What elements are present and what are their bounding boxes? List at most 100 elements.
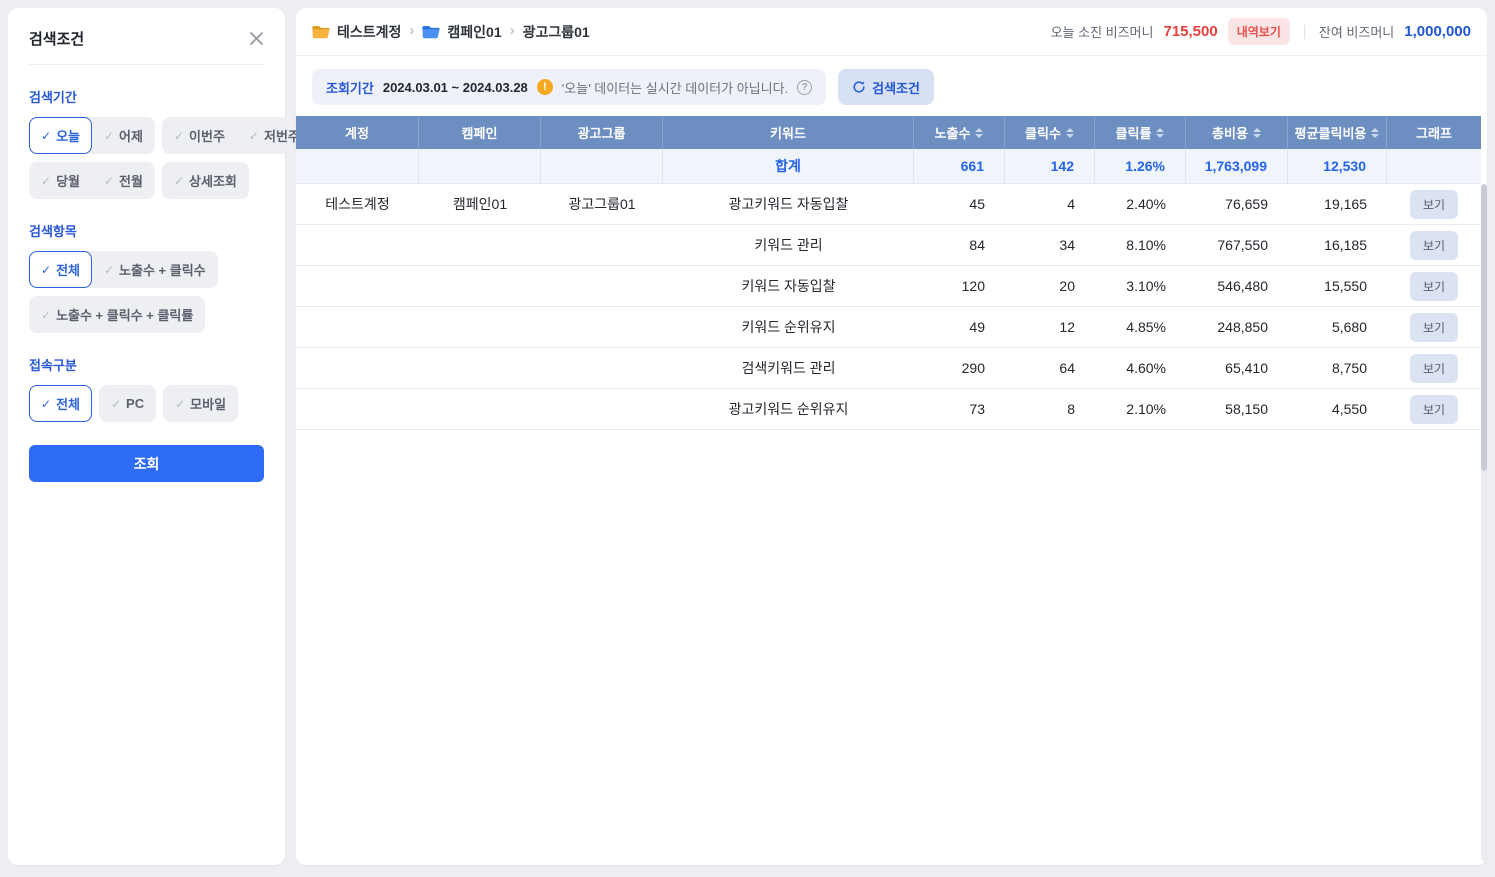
vertical-scrollbar-track[interactable] xyxy=(1481,184,1487,861)
chip-row: ✓전체 ✓노출수 + 클릭수 xyxy=(29,251,264,288)
campaign-cell xyxy=(419,389,541,429)
table-header-row: 계정 캠페인 광고그룹 키워드 노출수 클릭수 클릭률 총비용 평균클릭비용 그… xyxy=(296,116,1481,149)
view-graph-button[interactable]: 보기 xyxy=(1410,313,1458,342)
col-label: 캠페인 xyxy=(462,123,498,142)
table-row: 광고키워드 순위유지 73 8 2.10% 58,150 4,550 보기 xyxy=(296,389,1481,430)
breadcrumb-adgroup[interactable]: 광고그룹01 xyxy=(523,22,590,42)
col-label: 총비용 xyxy=(1212,123,1248,142)
table-row: 테스트계정 캠페인01 광고그룹01 광고키워드 자동입찰 45 4 2.40%… xyxy=(296,184,1481,225)
chip-group: ✓전체 xyxy=(29,385,92,422)
search-submit-button[interactable]: 조회 xyxy=(29,445,264,482)
chip-group: ✓모바일 xyxy=(163,385,238,422)
view-graph-button[interactable]: 보기 xyxy=(1410,395,1458,424)
col-header-avg-cpc[interactable]: 평균클릭비용 xyxy=(1288,116,1387,149)
chip-group: ✓ PC xyxy=(99,385,156,422)
avg-cpc-cell: 16,185 xyxy=(1288,225,1387,265)
chip-label: 전체 xyxy=(56,260,80,279)
section-label-device-type: 접속구분 xyxy=(29,355,264,374)
chip-label: 상세조회 xyxy=(189,171,237,190)
summary-adgroup-cell xyxy=(541,149,663,183)
col-header-total-cost[interactable]: 총비용 xyxy=(1186,116,1288,149)
chip-this-week[interactable]: ✓이번주 xyxy=(162,117,237,154)
summary-impressions: 661 xyxy=(914,149,1005,183)
table-row: 키워드 자동입찰 120 20 3.10% 546,480 15,550 보기 xyxy=(296,266,1481,307)
chip-device-mobile[interactable]: ✓모바일 xyxy=(163,385,238,422)
sort-icon[interactable] xyxy=(1066,128,1074,138)
chip-group: ✓전체 ✓노출수 + 클릭수 xyxy=(29,251,218,288)
vertical-scrollbar-thumb[interactable] xyxy=(1481,184,1487,471)
chip-row: ✓노출수 + 클릭수 + 클릭률 xyxy=(29,296,264,333)
chip-impressions-clicks-ctr[interactable]: ✓노출수 + 클릭수 + 클릭률 xyxy=(29,296,205,333)
chip-impressions-clicks[interactable]: ✓노출수 + 클릭수 xyxy=(92,251,218,288)
chip-this-month[interactable]: ✓당월 xyxy=(29,162,92,199)
chip-last-month[interactable]: ✓전월 xyxy=(92,162,155,199)
col-label: 노출수 xyxy=(935,123,971,142)
chip-group: ✓ 오늘 ✓어제 xyxy=(29,117,155,154)
clicks-cell: 64 xyxy=(1005,348,1095,388)
view-graph-button[interactable]: 보기 xyxy=(1410,190,1458,219)
col-label: 평균클릭비용 xyxy=(1295,123,1367,142)
account-cell xyxy=(296,266,419,306)
keyword-cell: 광고키워드 순위유지 xyxy=(663,389,914,429)
chip-yesterday[interactable]: ✓어제 xyxy=(92,117,155,154)
chip-label: 전월 xyxy=(119,171,143,190)
clicks-cell: 4 xyxy=(1005,184,1095,224)
sort-icon[interactable] xyxy=(1371,128,1379,138)
breadcrumb-label: 테스트계정 xyxy=(337,22,401,42)
col-label: 그래프 xyxy=(1416,123,1452,142)
col-header-ctr[interactable]: 클릭률 xyxy=(1095,116,1186,149)
breadcrumb-account[interactable]: 테스트계정 xyxy=(312,22,401,42)
view-graph-button[interactable]: 보기 xyxy=(1410,354,1458,383)
table-row: 검색키워드 관리 290 64 4.60% 65,410 8,750 보기 xyxy=(296,348,1481,389)
chip-label: PC xyxy=(126,396,144,411)
chip-device-all[interactable]: ✓전체 xyxy=(29,385,92,422)
chip-label: 전체 xyxy=(56,394,80,413)
check-icon: ✓ xyxy=(249,129,259,143)
col-header-impressions[interactable]: 노출수 xyxy=(914,116,1005,149)
sort-icon[interactable] xyxy=(1156,128,1164,138)
col-header-clicks[interactable]: 클릭수 xyxy=(1005,116,1095,149)
divider xyxy=(29,64,264,65)
chip-row: ✓당월 ✓전월 ✓상세조회 xyxy=(29,162,264,199)
view-graph-button[interactable]: 보기 xyxy=(1410,272,1458,301)
search-condition-button[interactable]: 검색조건 xyxy=(838,69,934,105)
graph-cell: 보기 xyxy=(1387,225,1481,265)
col-label: 계정 xyxy=(345,123,369,142)
impressions-cell: 290 xyxy=(914,348,1005,388)
campaign-cell xyxy=(419,266,541,306)
campaign-cell: 캠페인01 xyxy=(419,184,541,224)
check-icon: ✓ xyxy=(41,129,51,143)
view-graph-button[interactable]: 보기 xyxy=(1410,231,1458,260)
account-cell xyxy=(296,307,419,347)
ctr-cell: 2.10% xyxy=(1095,389,1186,429)
chip-device-pc[interactable]: ✓ PC xyxy=(99,385,156,422)
divider xyxy=(1304,25,1305,39)
close-icon[interactable] xyxy=(249,31,264,46)
search-filter-panel: 검색조건 검색기간 ✓오늘 ✓어제 ✓이번주 ✓저번주 ✓당월 ✓전월 ✓상세조… xyxy=(8,8,285,865)
chip-label: 오늘 xyxy=(56,126,80,145)
check-icon: ✓ xyxy=(111,397,121,411)
chip-today[interactable]: ✓ 오늘 xyxy=(29,117,92,154)
summary-total-cost: 1,763,099 xyxy=(1186,149,1288,183)
sort-icon[interactable] xyxy=(1253,128,1261,138)
chip-all-metrics[interactable]: ✓전체 xyxy=(29,251,92,288)
col-label: 클릭수 xyxy=(1025,123,1061,142)
campaign-cell xyxy=(419,307,541,347)
filter-panel-header: 검색조건 xyxy=(29,28,264,49)
keyword-cell: 키워드 관리 xyxy=(663,225,914,265)
help-icon[interactable]: ? xyxy=(797,80,812,95)
summary-ctr: 1.26% xyxy=(1095,149,1186,183)
total-cost-cell: 546,480 xyxy=(1186,266,1288,306)
chip-detail-search[interactable]: ✓상세조회 xyxy=(162,162,249,199)
account-cell xyxy=(296,348,419,388)
campaign-cell xyxy=(419,348,541,388)
report-table: 계정 캠페인 광고그룹 키워드 노출수 클릭수 클릭률 총비용 평균클릭비용 그… xyxy=(296,116,1487,430)
history-view-button[interactable]: 내역보기 xyxy=(1228,18,1290,45)
graph-cell: 보기 xyxy=(1387,307,1481,347)
chip-label: 어제 xyxy=(119,126,143,145)
adgroup-cell xyxy=(541,348,663,388)
sort-icon[interactable] xyxy=(975,128,983,138)
ctr-cell: 4.85% xyxy=(1095,307,1186,347)
breadcrumb-campaign[interactable]: 캠페인01 xyxy=(422,22,501,42)
summary-account-cell xyxy=(296,149,419,183)
